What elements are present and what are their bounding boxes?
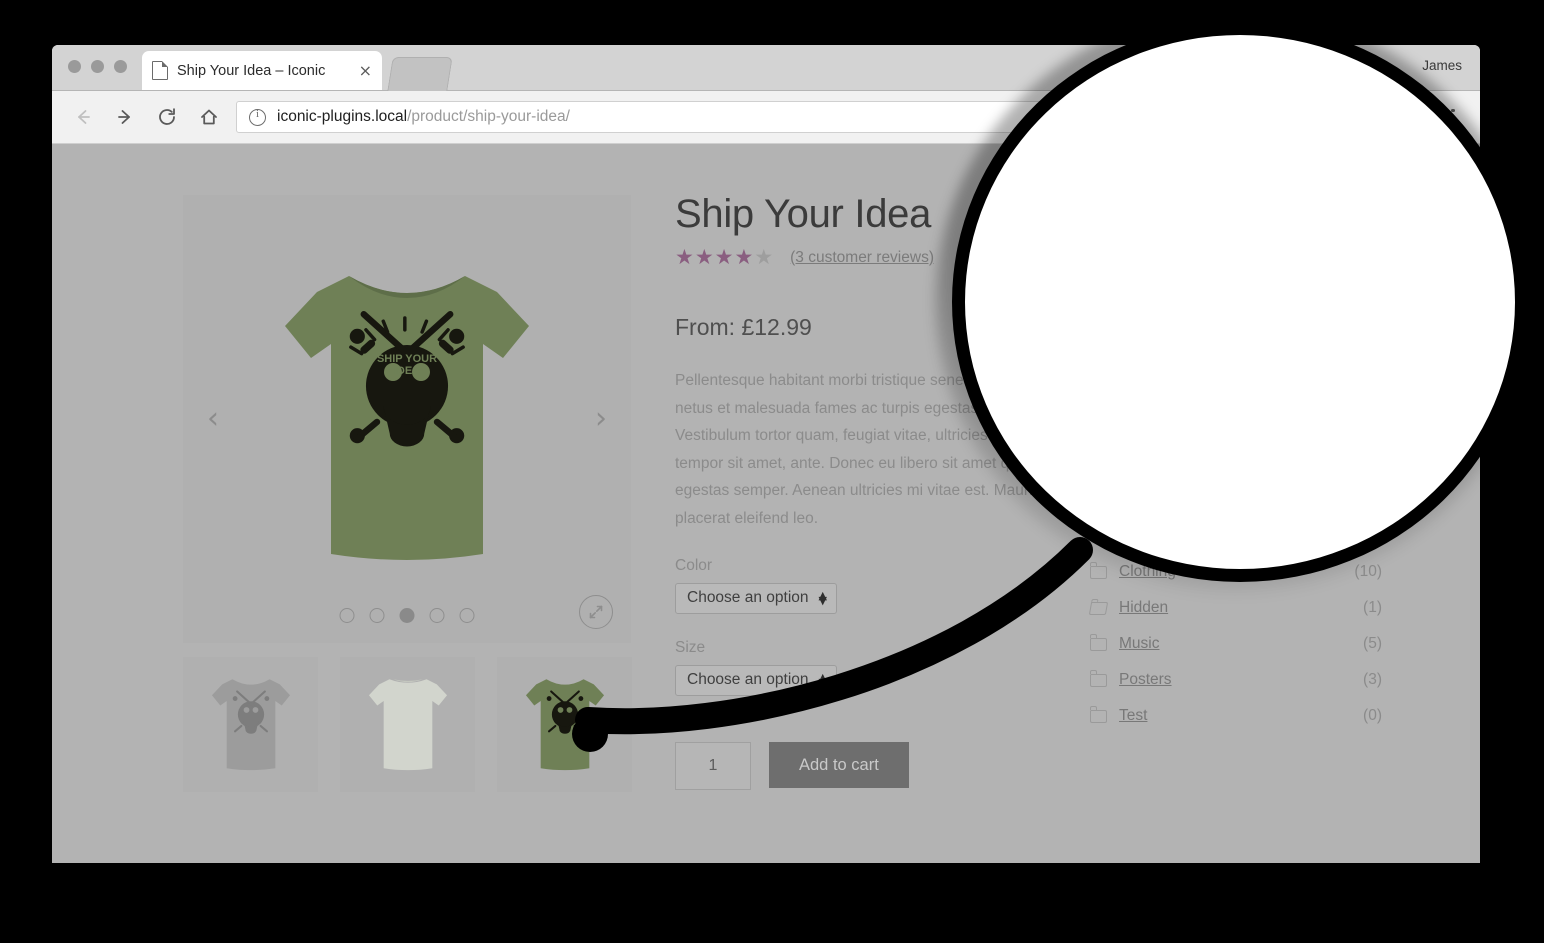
site-info-icon[interactable]	[249, 108, 266, 126]
chrome-profile-name[interactable]: James	[1422, 58, 1462, 73]
minimize-window-button[interactable]	[91, 60, 104, 73]
star-rating-icon: ★★★★★	[675, 245, 775, 269]
close-tab-icon[interactable]: ×	[359, 62, 372, 79]
address-bar-url: iconic-plugins.local/product/ship-your-i…	[277, 108, 570, 126]
svg-text:SHIP YOUR: SHIP YOUR	[377, 353, 437, 365]
gallery-dot[interactable]	[459, 608, 475, 623]
screenshot-root: Ship Your Idea – Iconic × James i iconic…	[0, 0, 1544, 943]
category-count: (5)	[1363, 635, 1382, 652]
maximize-window-button[interactable]	[114, 60, 127, 73]
url-path: /product/ship-your-idea/	[407, 108, 570, 125]
category-count: (1)	[1363, 599, 1382, 616]
forward-arrow-icon[interactable]	[108, 100, 142, 134]
tshirt-green-front-icon: SHIP YOUR IDEA	[285, 276, 529, 560]
category-count: (3)	[1363, 671, 1382, 688]
svg-text:IDEA: IDEA	[394, 365, 420, 377]
browser-tab-title: Ship Your Idea – Iconic	[177, 62, 326, 79]
close-window-button[interactable]	[68, 60, 81, 73]
gallery-thumbnail[interactable]	[183, 657, 318, 792]
back-arrow-icon[interactable]	[66, 100, 100, 134]
gallery-dot-active[interactable]	[399, 608, 415, 623]
browser-tab-active[interactable]: Ship Your Idea – Iconic ×	[142, 51, 382, 90]
gallery-prev-button[interactable]: ‹	[207, 404, 219, 434]
gallery-dot[interactable]	[339, 608, 355, 623]
tshirt-white-back-icon	[368, 678, 447, 770]
magnifier-lens: James	[952, 22, 1528, 582]
window-controls[interactable]	[68, 60, 127, 73]
page-favicon-icon	[152, 60, 169, 80]
gallery-dot[interactable]	[369, 608, 385, 623]
tshirt-gray-front-icon	[211, 678, 290, 770]
magnifier-pointer-dot	[572, 716, 608, 752]
browser-tab-inactive[interactable]	[387, 57, 453, 91]
customer-reviews-link[interactable]: (3 customer reviews)	[790, 249, 934, 267]
gallery-thumbnail[interactable]	[340, 657, 475, 792]
home-icon[interactable]	[192, 100, 226, 134]
gallery-dot[interactable]	[429, 608, 445, 623]
category-count: (0)	[1363, 707, 1382, 724]
reload-icon[interactable]	[150, 100, 184, 134]
gallery-dots[interactable]	[339, 608, 475, 623]
url-domain: iconic-plugins.local	[277, 108, 408, 125]
